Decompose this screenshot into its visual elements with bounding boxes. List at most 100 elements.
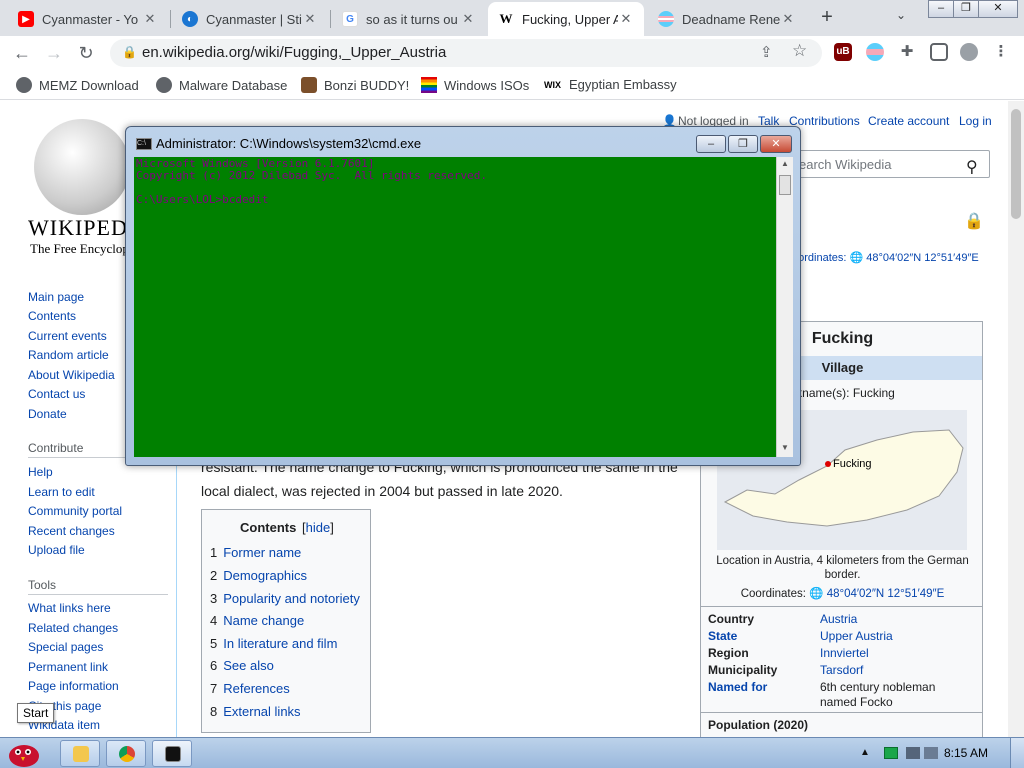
nav-main-page[interactable]: Main page: [28, 290, 84, 304]
toc-hide-toggle[interactable]: [hide]: [302, 520, 334, 535]
toc-item[interactable]: 4 Name change: [210, 613, 304, 628]
puzzle-icon[interactable]: ✚: [898, 43, 916, 61]
wikipedia-globe-logo[interactable]: [34, 119, 130, 215]
infobox-key-named-for[interactable]: Named for: [708, 680, 767, 694]
tray-expand-icon[interactable]: ▲: [860, 747, 870, 758]
tab-steam[interactable]: ◐ Cyanmaster | Sti ✕: [172, 2, 328, 36]
tray-volume-icon[interactable]: [924, 747, 938, 759]
bookmark-bonzi-buddy[interactable]: Bonzi BUDDY!: [301, 77, 409, 93]
taskbar-chrome-button[interactable]: [106, 740, 146, 767]
close-icon[interactable]: ✕: [302, 11, 318, 27]
nav-page-information[interactable]: Page information: [28, 679, 119, 693]
globe-icon[interactable]: 🌐: [809, 588, 823, 600]
nav-contents[interactable]: Contents: [28, 309, 76, 323]
close-icon[interactable]: ✕: [780, 11, 796, 27]
infobox-value-state[interactable]: Upper Austria: [820, 629, 970, 644]
toc-item[interactable]: 7 References: [210, 681, 290, 696]
ublock-icon[interactable]: uB: [834, 43, 852, 61]
tab-wikipedia[interactable]: W Fucking, Upper A ✕: [488, 2, 644, 36]
nav-special-pages[interactable]: Special pages: [28, 640, 103, 654]
nav-related-changes[interactable]: Related changes: [28, 621, 118, 635]
toc-item[interactable]: 1 Former name: [210, 545, 301, 560]
coordinates-link[interactable]: 48°04′02″N 12°51′49″E: [827, 588, 945, 600]
minimize-button[interactable]: –: [928, 0, 954, 18]
nav-about-wikipedia[interactable]: About Wikipedia: [28, 368, 115, 382]
contributions-link[interactable]: Contributions: [789, 114, 860, 128]
taskbar-clock[interactable]: 8:15 AM: [944, 746, 988, 760]
cmd-window[interactable]: C:\ Administrator: C:\Windows\system32\c…: [125, 126, 801, 466]
cmd-scrollbar[interactable]: ▲ ▼: [776, 157, 793, 457]
toc-hide-link[interactable]: hide: [306, 520, 331, 535]
taskbar-cmd-button[interactable]: [152, 740, 192, 767]
bookmark-memz[interactable]: MEMZ Download: [16, 77, 139, 93]
infobox-value-municipality[interactable]: Tarsdorf: [820, 663, 970, 678]
bookmark-star-icon[interactable]: ☆: [792, 41, 807, 61]
nav-community-portal[interactable]: Community portal: [28, 504, 122, 518]
infobox-value-region[interactable]: Innviertel: [820, 646, 970, 661]
side-panel-icon[interactable]: [930, 43, 948, 61]
close-icon[interactable]: ✕: [142, 11, 158, 27]
toc-item[interactable]: 2 Demographics: [210, 568, 307, 583]
toc-label[interactable]: Former name: [223, 545, 301, 560]
close-window-button[interactable]: ✕: [978, 0, 1018, 18]
maximize-button[interactable]: ❐: [953, 0, 979, 18]
show-desktop-button[interactable]: [1010, 738, 1024, 768]
page-scrollbar-thumb[interactable]: [1011, 109, 1021, 219]
extension-flag-icon[interactable]: [866, 43, 884, 61]
share-icon[interactable]: ⇪: [760, 43, 773, 61]
reload-icon[interactable]: ↻: [74, 41, 98, 65]
close-icon[interactable]: ✕: [618, 11, 634, 27]
new-tab-button[interactable]: +: [816, 6, 838, 28]
bookmark-egyptian-embassy[interactable]: WIX Egyptian Embassy: [544, 77, 677, 92]
nav-contact-us[interactable]: Contact us: [28, 387, 85, 401]
toc-item[interactable]: 5 In literature and film: [210, 636, 337, 651]
toc-label[interactable]: References: [223, 681, 289, 696]
cmd-icon[interactable]: C:\: [136, 138, 152, 150]
infobox-key-state[interactable]: State: [708, 629, 737, 643]
tab-deadname[interactable]: Deadname Rene ✕: [648, 2, 806, 36]
infobox-value-country[interactable]: Austria: [820, 612, 970, 627]
cmd-maximize-button[interactable]: ❐: [728, 135, 758, 153]
start-bird-icon[interactable]: [4, 738, 44, 768]
back-arrow-icon[interactable]: ←: [10, 41, 34, 65]
toc-label[interactable]: See also: [223, 658, 274, 673]
tray-network-icon[interactable]: [906, 747, 920, 759]
cmd-console[interactable]: Microsoft Windows [Version 6.1.7601] Cop…: [134, 157, 776, 457]
log-in-link[interactable]: Log in: [959, 114, 992, 128]
cmd-scrollbar-thumb[interactable]: [779, 175, 791, 195]
cmd-close-button[interactable]: ✕: [760, 135, 792, 153]
close-icon[interactable]: ✕: [460, 11, 476, 27]
tab-search-icon[interactable]: ⌄: [896, 8, 906, 22]
toc-label[interactable]: Demographics: [223, 568, 307, 583]
tab-google[interactable]: G so as it turns ou ✕: [332, 2, 486, 36]
kebab-menu-icon[interactable]: ⋮: [992, 43, 1010, 61]
url-text[interactable]: en.wikipedia.org/wiki/Fugging,_Upper_Aus…: [142, 44, 446, 61]
nav-donate[interactable]: Donate: [28, 407, 67, 421]
nav-current-events[interactable]: Current events: [28, 329, 107, 343]
nav-permanent-link[interactable]: Permanent link: [28, 660, 108, 674]
protection-lock-icon[interactable]: 🔒: [964, 211, 984, 231]
page-scrollbar[interactable]: [1008, 101, 1024, 737]
nav-upload-file[interactable]: Upload file: [28, 543, 85, 557]
toc-item[interactable]: 6 See also: [210, 658, 274, 673]
wiki-search-input[interactable]: earch Wikipedia: [790, 150, 990, 178]
toc-item[interactable]: 3 Popularity and notoriety: [210, 591, 360, 606]
tab-youtube[interactable]: ▶ Cyanmaster - Yo ✕: [8, 2, 168, 36]
nav-learn-to-edit[interactable]: Learn to edit: [28, 485, 95, 499]
cmd-minimize-button[interactable]: –: [696, 135, 726, 153]
scroll-down-arrow-icon[interactable]: ▼: [781, 443, 789, 452]
tray-battery-icon[interactable]: [884, 747, 898, 759]
toc-label[interactable]: Name change: [223, 613, 304, 628]
bookmark-windows-isos[interactable]: Windows ISOs: [421, 77, 529, 93]
toc-label[interactable]: External links: [223, 704, 300, 719]
scroll-up-arrow-icon[interactable]: ▲: [781, 159, 789, 168]
coordinates-top[interactable]: oordinates: 🌐 48°04′02″N 12°51′49″E: [792, 251, 979, 264]
bookmark-malware-database[interactable]: Malware Database: [156, 77, 287, 93]
toc-item[interactable]: 8 External links: [210, 704, 301, 719]
forward-arrow-icon[interactable]: →: [42, 41, 66, 65]
lock-icon[interactable]: 🔒: [122, 45, 137, 59]
address-bar[interactable]: 🔒 en.wikipedia.org/wiki/Fugging,_Upper_A…: [110, 39, 822, 67]
profile-avatar-icon[interactable]: [960, 43, 978, 61]
toc-label[interactable]: In literature and film: [223, 636, 337, 651]
nav-recent-changes[interactable]: Recent changes: [28, 524, 115, 538]
